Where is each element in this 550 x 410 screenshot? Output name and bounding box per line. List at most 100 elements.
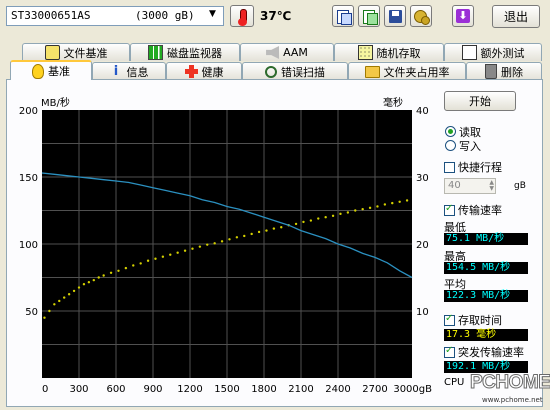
write-radio[interactable] — [445, 140, 456, 151]
access-time-point — [398, 200, 401, 203]
access-time-point — [58, 299, 61, 303]
thermometer-button[interactable] — [230, 5, 254, 27]
access-time-point — [132, 264, 135, 267]
access-time-point — [405, 199, 409, 202]
transfer-rate-label: 传输速率 — [458, 204, 502, 217]
tab-health-label: 健康 — [201, 65, 224, 79]
access-time-point — [265, 229, 268, 232]
lightbulb-icon — [32, 63, 44, 79]
y-axis-left-ticks: 200 150 100 50 — [19, 106, 38, 318]
start-button[interactable]: 开始 — [444, 91, 516, 111]
download-button[interactable]: ⬇ — [452, 5, 474, 27]
drive-capacity: (3000 gB) — [135, 9, 195, 22]
access-time-point — [183, 249, 187, 252]
short-stroke-input[interactable]: 40 ▲ ▼ — [444, 178, 496, 194]
access-time-point — [124, 266, 128, 270]
tab-health[interactable]: 健康 — [166, 62, 242, 80]
tab-benchmark[interactable]: 基准 — [10, 60, 92, 80]
tab-extra-tests-label: 额外测试 — [480, 46, 525, 60]
access-time-point — [77, 286, 81, 289]
tab-file-benchmark[interactable]: 文件基准 — [22, 43, 130, 61]
y-tick-left-label: 150 — [19, 173, 38, 184]
access-time-point — [302, 220, 305, 224]
access-time-point — [331, 214, 335, 218]
speaker-icon — [266, 46, 280, 59]
exit-label: 退出 — [503, 10, 528, 24]
access-time-point — [48, 309, 51, 313]
short-stroke-unit: gB — [514, 181, 526, 191]
access-time-point — [346, 211, 350, 214]
access-time-point — [146, 259, 150, 262]
tab-erase[interactable]: 删除 — [466, 62, 542, 80]
access-time-point — [383, 203, 387, 206]
cpu-label: CPU — [444, 377, 465, 388]
access-time-point — [391, 201, 394, 205]
copy-image-button[interactable] — [358, 5, 380, 27]
access-time-point — [309, 219, 313, 222]
x-tick-label: 3000gB — [393, 384, 432, 395]
chevron-down-icon: ▼ — [209, 9, 216, 19]
copy-text-button[interactable] — [332, 5, 354, 27]
access-time-point — [63, 296, 66, 299]
drive-select[interactable]: ST33000651AS (3000 gB) ▼ — [6, 6, 224, 26]
access-time-point — [235, 236, 239, 239]
x-tick-label: 900 — [143, 384, 162, 395]
tab-aam[interactable]: AAM — [240, 43, 334, 61]
tab-error-scan[interactable]: 错误扫描 — [242, 62, 348, 80]
tab-extra-tests[interactable]: 额外测试 — [444, 43, 542, 61]
y-tick-right-label: 20 — [416, 240, 429, 251]
access-time-point — [368, 206, 372, 210]
exit-button[interactable]: 退出 — [492, 5, 540, 28]
watermark-url: www.pchome.net — [482, 396, 543, 404]
y-tick-left-label: 100 — [19, 240, 38, 251]
tab-folder-usage[interactable]: 文件夹占用率 — [348, 62, 466, 80]
tab-random-access[interactable]: 随机存取 — [334, 43, 444, 61]
y-tick-right-label: 30 — [416, 173, 429, 184]
x-tick-label: 2100 — [288, 384, 313, 395]
y-axis-left-label: MB/秒 — [41, 96, 70, 109]
y-tick-left-label: 50 — [25, 307, 38, 318]
magnifier-icon — [265, 65, 277, 78]
access-time-point — [176, 251, 179, 254]
access-time-point — [87, 280, 91, 284]
access-time-point — [72, 289, 76, 293]
access-time-point — [97, 276, 100, 279]
x-tick-label: 2700 — [362, 384, 387, 395]
spinner-icon[interactable]: ▲ ▼ — [489, 180, 494, 192]
floppy-label-icon — [392, 11, 399, 16]
watermark-text: PCHOME — [469, 372, 550, 394]
tab-file-benchmark-label: 文件基准 — [63, 46, 108, 60]
y-tick-right-label: 40 — [416, 106, 429, 117]
gear-small-icon — [421, 16, 430, 25]
access-time-point — [272, 227, 276, 230]
avg-readout: 122.3 MB/秒 — [444, 290, 528, 302]
dots-grid-icon — [357, 45, 373, 60]
tab-disk-monitor[interactable]: 磁盘监视器 — [130, 43, 240, 61]
access-time-point — [92, 278, 96, 282]
options-button[interactable] — [410, 5, 432, 27]
benchmark-chart: MB/秒 毫秒 200 150 100 50 40 30 20 10 0 300 600 900 1… — [19, 96, 432, 395]
burst-rate-label: 突发传输速率 — [458, 346, 524, 359]
burst-rate-checkbox[interactable] — [444, 345, 455, 358]
write-label: 写入 — [459, 140, 481, 153]
access-time-checkbox[interactable] — [444, 313, 455, 326]
x-tick-label: 600 — [106, 384, 125, 395]
access-time-point — [354, 209, 357, 212]
read-radio[interactable] — [445, 126, 456, 137]
y-axis-right-label: 毫秒 — [383, 96, 403, 109]
access-time-point — [191, 247, 194, 250]
trash-icon — [485, 64, 497, 79]
access-time-point — [250, 232, 253, 236]
short-stroke-checkbox[interactable] — [444, 162, 455, 173]
file-benchmark-icon — [44, 45, 60, 60]
tab-folder-usage-label: 文件夹占用率 — [383, 65, 450, 79]
save-button[interactable] — [384, 5, 406, 27]
access-time-point — [228, 238, 231, 241]
transfer-rate-checkbox[interactable] — [444, 203, 455, 216]
temperature-readout: 37℃ — [260, 9, 292, 23]
access-time-point — [220, 240, 224, 243]
tab-info[interactable]: i 信息 — [92, 62, 166, 80]
access-time-point — [117, 269, 120, 272]
access-time-point — [139, 262, 142, 265]
access-time-point — [109, 271, 113, 275]
